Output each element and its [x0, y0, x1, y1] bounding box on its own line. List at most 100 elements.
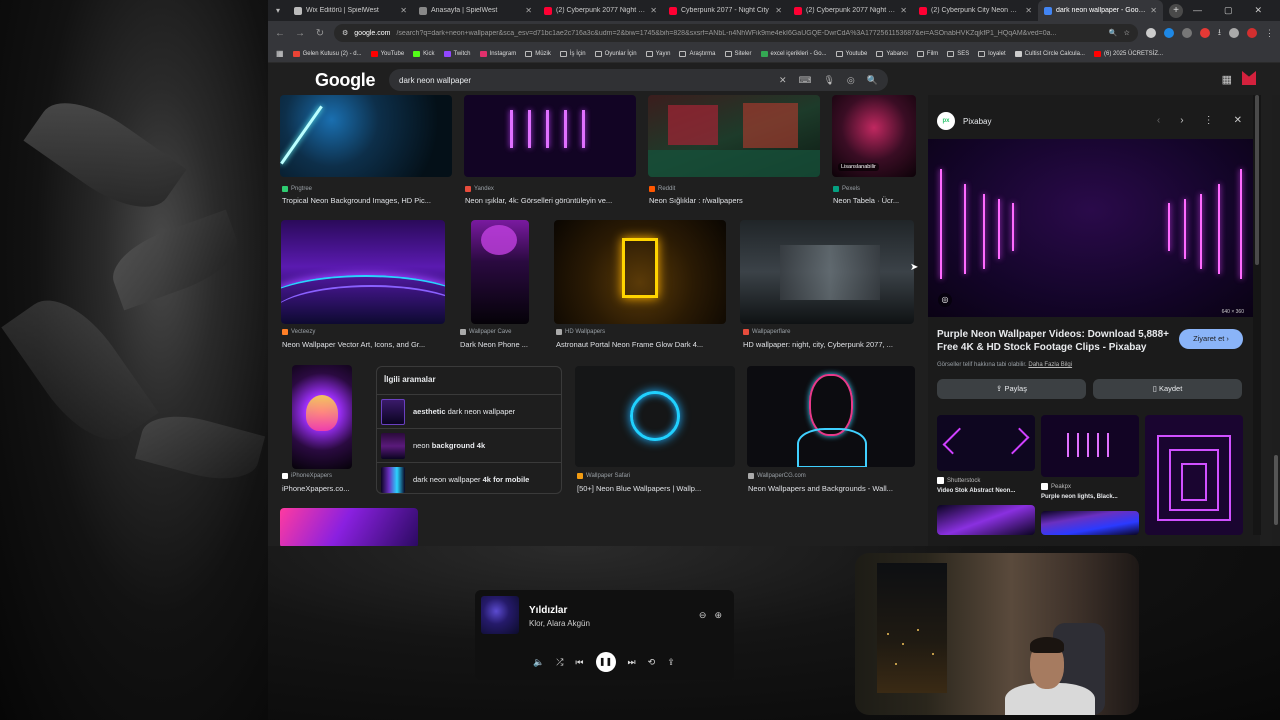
bookmark-folder[interactable]: Siteler	[724, 50, 752, 57]
google-apps-icon[interactable]: ▦	[1222, 73, 1232, 86]
song-artist[interactable]: Klor, Alara Akgün	[529, 619, 590, 628]
result-caption[interactable]: Neon Tabela · Ücr...	[833, 196, 917, 205]
google-logo[interactable]: Google	[315, 70, 376, 91]
bookmark[interactable]: Cultist Circle Calcula...	[1014, 50, 1085, 57]
shuffle-icon[interactable]: ⤮	[556, 657, 563, 668]
lens-icon[interactable]: ◎	[938, 293, 952, 307]
bookmark[interactable]: (6) 2025 ÜCRETSİZ...	[1093, 50, 1163, 57]
maximize-icon[interactable]: ▢	[1224, 5, 1233, 16]
url-input[interactable]: ⚙ google.com/search?q=dark+neon+wallpape…	[334, 24, 1138, 42]
result-caption[interactable]: Tropical Neon Background Images, HD Pic.…	[282, 196, 454, 205]
apps-icon[interactable]: ▦	[276, 49, 284, 58]
menu-icon[interactable]: ⋮	[1265, 28, 1274, 39]
result-source[interactable]: Wallpaper Safari	[577, 473, 630, 479]
result-image[interactable]	[554, 220, 726, 324]
result-caption[interactable]: iPhoneXpapers.co...	[282, 484, 362, 493]
minus-icon[interactable]: ⊖	[699, 610, 707, 621]
search-icon[interactable]: 🔍	[867, 75, 878, 86]
bookmark[interactable]: YouTube	[370, 50, 404, 57]
related-image[interactable]	[937, 505, 1035, 535]
tab[interactable]: Anasayfa | SpielWest ✕	[413, 0, 538, 21]
result-source[interactable]: iPhoneXpapers	[282, 473, 332, 479]
close-icon[interactable]: ✕	[900, 6, 907, 15]
profile-avatar[interactable]	[1242, 71, 1256, 85]
related-image[interactable]	[1145, 415, 1243, 535]
result-image[interactable]	[747, 366, 915, 467]
related-item[interactable]: aesthetic dark neon wallpaper	[377, 394, 561, 428]
related-image[interactable]	[1041, 415, 1139, 477]
preview-image[interactable]: ◎ 640 × 360	[928, 139, 1254, 317]
result-image[interactable]	[740, 220, 914, 324]
close-icon[interactable]: ✕	[1025, 6, 1032, 15]
zoom-icon[interactable]: 🔍	[1109, 29, 1118, 37]
result-image[interactable]: Lisanslanabilir	[832, 95, 916, 177]
star-icon[interactable]: ☆	[1124, 29, 1130, 37]
result-source[interactable]: WallpaperCG.com	[748, 473, 806, 479]
result-image[interactable]	[281, 220, 445, 324]
close-icon[interactable]: ✕	[1150, 6, 1157, 15]
bookmark-folder[interactable]: SES	[947, 50, 969, 57]
result-image[interactable]	[280, 508, 418, 546]
repeat-icon[interactable]: ⟲	[648, 657, 656, 668]
result-caption[interactable]: Astronaut Portal Neon Frame Glow Dark 4.…	[556, 340, 726, 349]
profile-avatar[interactable]	[1229, 28, 1239, 38]
volume-icon[interactable]: 🔈	[533, 657, 544, 668]
bookmark-folder[interactable]: Youtube	[835, 50, 867, 57]
result-image[interactable]	[575, 366, 735, 467]
result-source[interactable]: Wallpaperflare	[743, 329, 790, 335]
pause-button[interactable]: ❚❚	[595, 652, 616, 672]
related-item[interactable]: dark neon wallpaper 4k for mobile	[377, 462, 561, 496]
forward-icon[interactable]: →	[294, 28, 306, 39]
close-icon[interactable]: ✕	[400, 6, 407, 15]
next-track-icon[interactable]: ⏭	[628, 657, 636, 668]
close-icon[interactable]: ✕	[650, 6, 657, 15]
bookmark-folder[interactable]: Oyunlar İçin	[594, 50, 637, 57]
extension-icon[interactable]	[1163, 28, 1174, 38]
bookmark-folder[interactable]: Yayın	[645, 50, 670, 57]
bookmark-folder[interactable]: Araştırma	[679, 50, 716, 57]
result-source[interactable]: Yandex	[465, 186, 494, 192]
visit-button[interactable]: Ziyaret et ›	[1179, 329, 1243, 349]
scrollbar-thumb[interactable]	[1274, 455, 1278, 525]
extension-icon[interactable]	[1181, 28, 1192, 38]
related-item[interactable]: neon background 4k	[377, 428, 561, 462]
tab[interactable]: (2) Cyberpunk 2077 Night City ✕	[538, 0, 663, 21]
result-source[interactable]: Pexels	[833, 186, 860, 192]
extension-icon[interactable]	[1199, 28, 1210, 38]
extension-icon[interactable]	[1145, 28, 1156, 38]
bookmark-folder[interactable]: loyalet	[978, 50, 1006, 57]
result-caption[interactable]: HD wallpaper: night, city, Cyberpunk 207…	[743, 340, 915, 349]
bookmark[interactable]: Gelen Kutusu (2) - d...	[292, 50, 362, 57]
previous-track-icon[interactable]: ⏮	[575, 657, 583, 668]
bookmark[interactable]: Instagram	[479, 50, 516, 57]
result-image[interactable]	[292, 365, 352, 469]
result-source[interactable]: Vecteezy	[282, 329, 315, 335]
preview-title[interactable]: Purple Neon Wallpaper Videos: Download 5…	[937, 328, 1177, 354]
tab[interactable]: Cyberpunk 2077 - Night City ✕	[663, 0, 788, 21]
result-image[interactable]	[464, 95, 636, 177]
result-caption[interactable]: Dark Neon Phone ...	[460, 340, 546, 349]
panel-source[interactable]: px Pixabay	[937, 112, 991, 130]
tab[interactable]: (2) Cyberpunk 2077 Night City ✕	[788, 0, 913, 21]
result-caption[interactable]: [50+] Neon Blue Wallpapers | Wallp...	[577, 484, 737, 493]
related-image[interactable]	[937, 415, 1035, 471]
reload-icon[interactable]: ↻	[314, 28, 326, 39]
close-window-icon[interactable]: ✕	[1254, 5, 1262, 16]
learn-more-link[interactable]: Daha Fazla Bilgi	[1028, 362, 1072, 368]
scrollbar-thumb[interactable]	[1255, 95, 1259, 265]
next-icon[interactable]: ›	[1180, 115, 1183, 126]
keyboard-icon[interactable]: ⌨	[798, 75, 811, 86]
panel-scrollbar[interactable]	[1253, 95, 1261, 535]
tab[interactable]: Wix Editörü | SpielWest ✕	[288, 0, 413, 21]
result-source[interactable]: HD Wallpapers	[556, 329, 605, 335]
new-tab-button[interactable]: +	[1169, 3, 1183, 18]
lens-icon[interactable]: ◎	[847, 75, 855, 86]
result-caption[interactable]: Neon ışıklar, 4k: Görselleri görüntüleyi…	[465, 196, 637, 205]
result-caption[interactable]: Neon Sığlıklar : r/wallpapers	[649, 196, 821, 205]
result-source[interactable]: Reddit	[649, 186, 675, 192]
close-icon[interactable]: ✕	[525, 6, 532, 15]
result-source[interactable]: Wallpaper Cave	[460, 329, 511, 335]
clear-icon[interactable]: ✕	[779, 75, 787, 86]
search-input[interactable]: dark neon wallpaper ✕ ⌨ 🎙 ◎ 🔍	[389, 69, 888, 91]
result-caption[interactable]: Neon Wallpapers and Backgrounds - Wall..…	[748, 484, 916, 493]
